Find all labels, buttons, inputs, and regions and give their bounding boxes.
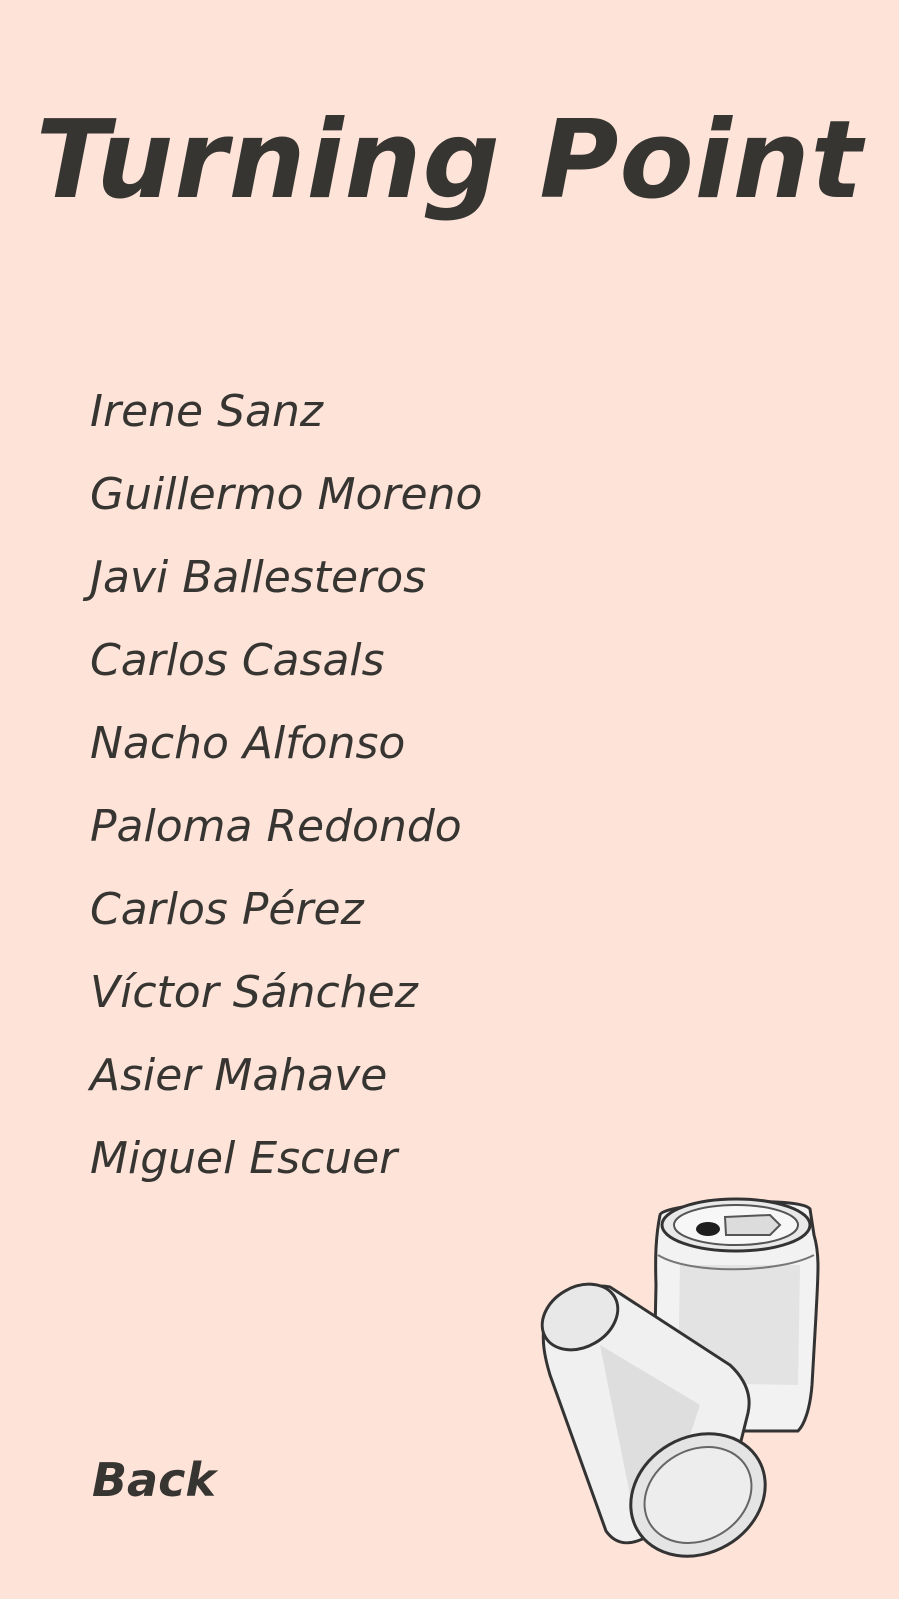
credit-name: Paloma Redondo [90, 801, 462, 852]
credit-name: Javi Ballesteros [90, 552, 427, 603]
soda-cans-icon [540, 1197, 820, 1558]
credits-list: Irene Sanz Guillermo Moreno Javi Ballest… [90, 382, 482, 1212]
credit-name: Asier Mahave [90, 1050, 388, 1101]
credit-name: Víctor Sánchez [90, 967, 418, 1018]
page-title: Turning Point [35, 98, 864, 223]
credit-name: Carlos Casals [90, 635, 385, 686]
credit-name: Guillermo Moreno [90, 469, 483, 520]
credit-name: Carlos Pérez [90, 884, 364, 935]
credit-name: Nacho Alfonso [90, 718, 406, 769]
back-button[interactable]: Back [92, 1450, 216, 1510]
credit-name: Miguel Escuer [90, 1133, 398, 1184]
credit-name: Irene Sanz [90, 386, 323, 437]
